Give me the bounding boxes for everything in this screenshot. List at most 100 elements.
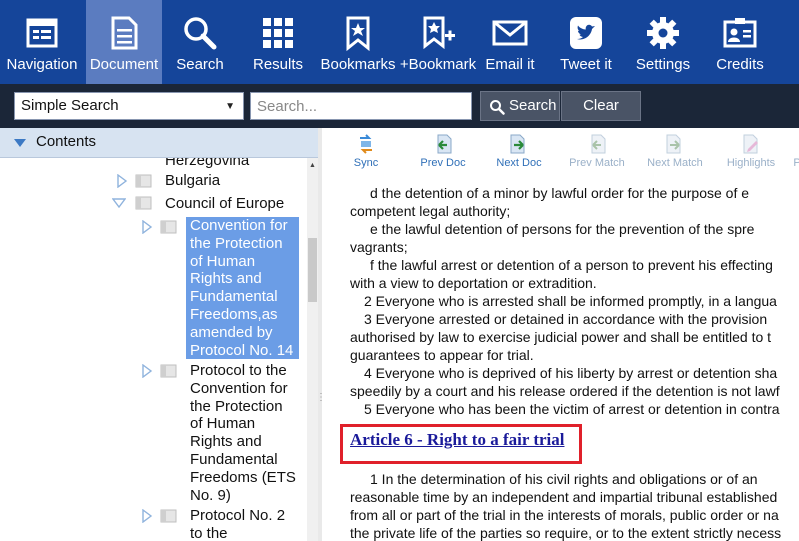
tree-item-protocol-no-2[interactable]: Protocol No. 2 to the (190, 507, 285, 541)
tree-item-label-line: Fundamental (190, 450, 278, 468)
results-grid-icon (263, 18, 293, 48)
book-icon (135, 196, 152, 210)
contents-tree: Herzegovina Bulgaria Council of Europe C… (0, 158, 307, 541)
doc-line: 4 Everyone who is deprived of his libert… (364, 365, 778, 381)
tree-item-label-line: No. 9) (190, 486, 231, 504)
highlights-label: Highlights (726, 157, 776, 169)
highlights-icon (743, 134, 758, 154)
navigation-label: Navigation (6, 56, 78, 73)
prev-doc-label: Prev Doc (420, 157, 466, 169)
tree-item-label: Bulgaria (165, 172, 221, 189)
expand-arrow-icon[interactable] (141, 220, 153, 234)
tree-item-herzegovina[interactable]: Herzegovina (165, 158, 249, 170)
tree-item-label: Council of Europe (165, 195, 285, 212)
bookmarks-icon (346, 16, 370, 52)
next-doc-icon (510, 134, 525, 154)
document-label: Document (89, 56, 159, 73)
expand-arrow-icon[interactable] (141, 364, 153, 378)
tree-item-label-line: to the (190, 524, 228, 541)
collapse-arrow-icon[interactable] (112, 198, 126, 208)
next-doc-button[interactable]: Next Doc (488, 128, 550, 174)
scroll-up-arrow-icon[interactable]: ▲ (309, 162, 316, 169)
document-button[interactable]: Document (86, 0, 162, 84)
document-view: d the detention of a minor by lawful ord… (322, 174, 799, 541)
email-button[interactable]: Email it (480, 0, 540, 84)
expand-arrow-icon[interactable] (116, 174, 128, 188)
add-bookmark-icon (423, 16, 455, 50)
tree-item-label-line: Fundamental (190, 288, 278, 306)
prev-match-button[interactable]: Prev Match (564, 128, 630, 174)
sync-icon (360, 134, 372, 154)
main-toolbar: Navigation Document Search Results Bookm… (0, 0, 799, 84)
tree-item-council-of-europe[interactable]: Council of Europe (165, 195, 284, 213)
tree-item-label-line: Rights and (190, 433, 262, 451)
highlights-button[interactable]: Highlights (720, 128, 782, 174)
settings-label: Settings (635, 56, 691, 73)
article-heading-link[interactable]: Article 6 - Right to a fair trial (350, 430, 564, 450)
search-label: Search (176, 56, 224, 73)
doc-line: with a view to deportation or extraditio… (350, 275, 597, 291)
prev-match-label: Prev Match (569, 157, 625, 169)
tree-scrollbar[interactable] (307, 158, 318, 541)
search-input[interactable] (250, 92, 472, 120)
chevron-down-icon: ▼ (225, 101, 235, 112)
expand-arrow-icon[interactable] (141, 509, 153, 523)
add-bookmark-button[interactable]: +Bookmark (398, 0, 478, 84)
tree-item-label-line: Protocol to the (190, 362, 287, 379)
email-icon (492, 20, 528, 46)
tree-item-label-line: Freedoms (ETS (190, 468, 296, 486)
clear-button[interactable]: Clear (561, 91, 641, 121)
sync-button[interactable]: Sync (344, 128, 388, 174)
results-label: Results (252, 56, 304, 73)
search-button[interactable]: Search (480, 91, 560, 121)
tree-item-label-line: Convention for (190, 379, 288, 397)
print-button[interactable]: P (792, 128, 799, 174)
tree-item-convention-selected[interactable]: Convention for the Protection of Human R… (186, 217, 299, 359)
next-doc-label: Next Doc (496, 157, 542, 169)
print-label: P (793, 157, 799, 169)
book-icon (160, 220, 177, 234)
tree-item-label: Herzegovina (165, 158, 250, 169)
doc-line: 1 In the determination of his civil righ… (370, 471, 758, 487)
contents-title: Contents (36, 133, 97, 150)
search-mode-select[interactable]: Simple Search ▼ (14, 92, 244, 120)
tree-item-label-line: Freedoms,as (190, 305, 278, 323)
navigation-icon (26, 18, 58, 48)
tree-item-label-line: the Protection (190, 397, 283, 415)
tree-item-label-line: Convention for (190, 217, 288, 234)
tree-item-protocol[interactable]: Protocol to the Convention for the Prote… (190, 362, 296, 504)
bookmarks-button[interactable]: Bookmarks (320, 0, 396, 84)
email-label: Email it (485, 56, 535, 73)
search-toolbar-button[interactable]: Search (166, 0, 234, 84)
tree-item-label-line: Protocol No. 14 (190, 341, 294, 359)
search-button-label: Search (509, 97, 557, 114)
doc-line: f the lawful arrest or detention of a pe… (370, 257, 773, 273)
prev-doc-button[interactable]: Prev Doc (412, 128, 474, 174)
prev-match-icon (591, 134, 606, 154)
tree-scrollbar-thumb[interactable] (308, 238, 317, 302)
collapse-triangle-icon (14, 139, 26, 147)
tweet-button[interactable]: Tweet it (552, 0, 620, 84)
doc-line: speedily by a court and his release orde… (350, 383, 780, 399)
navigation-button[interactable]: Navigation (0, 0, 84, 84)
doc-line: reasonable time by an independent and im… (350, 489, 778, 505)
bookmarks-label: Bookmarks (320, 56, 396, 73)
book-icon (135, 174, 152, 188)
doc-line: vagrants; (350, 239, 408, 255)
next-match-button[interactable]: Next Match (642, 128, 708, 174)
contents-header[interactable]: Contents (0, 128, 318, 158)
tree-item-bulgaria[interactable]: Bulgaria (165, 172, 220, 190)
search-icon (490, 100, 505, 115)
doc-line: 5 Everyone who has been the victim of ar… (364, 401, 780, 417)
credits-button[interactable]: Credits (708, 0, 772, 84)
doc-line: the private life of the parties so requi… (350, 525, 782, 541)
doc-line: from all or part of the trial in the int… (350, 507, 779, 523)
book-icon (160, 509, 177, 523)
results-button[interactable]: Results (244, 0, 312, 84)
doc-line: 2 Everyone who is arrested shall be info… (364, 293, 777, 309)
tree-item-label-line: amended by (190, 323, 273, 341)
tree-item-label-line: of Human (190, 415, 256, 433)
doc-line: 3 Everyone arrested or detained in accor… (364, 311, 768, 327)
clear-button-label: Clear (583, 97, 619, 114)
settings-button[interactable]: Settings (630, 0, 696, 84)
